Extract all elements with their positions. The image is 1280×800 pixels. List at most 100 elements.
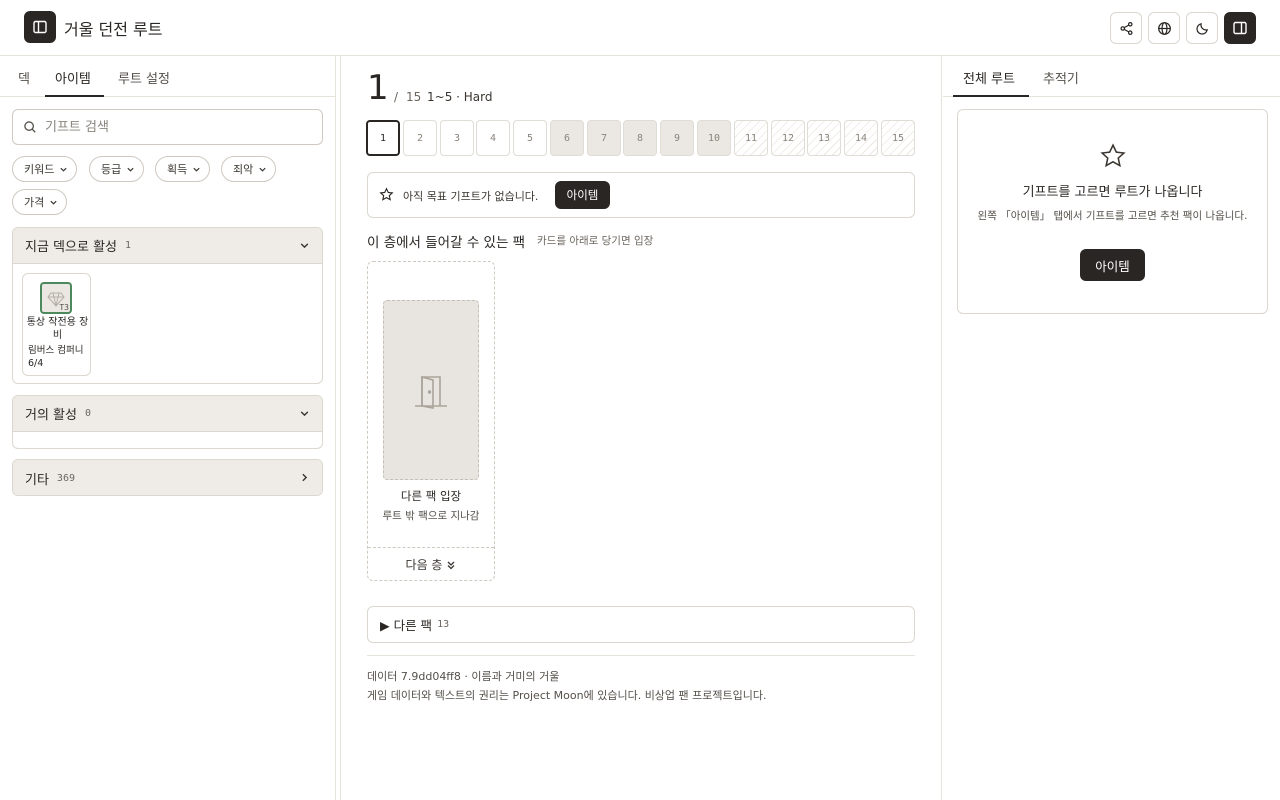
group-nearly-active: 거의 활성 0 (12, 395, 323, 449)
right-panel: 전체 루트 추적기 기프트를 고르면 루트가 나옵니다 왼쪽 「아이템」 탭에서… (943, 56, 1280, 800)
chevron-right-icon (302, 473, 308, 482)
floor-button[interactable]: 1 (366, 120, 400, 156)
tab-deck[interactable]: 덱 (18, 68, 30, 87)
gift-card[interactable]: T3 통상 작전용 장비 림버스 컴퍼니 6/4 (22, 273, 91, 376)
chevron-down-icon (259, 167, 266, 172)
moon-icon (1195, 22, 1208, 35)
group-other: 기타 369 (12, 459, 323, 496)
footer-divider (367, 655, 915, 656)
share-icon (1119, 21, 1133, 35)
filter-sin-label: 죄악 (233, 163, 254, 176)
top-bar: 거울 던전 루트 (0, 0, 1280, 56)
empty-state-items-button[interactable]: 아이템 (1080, 249, 1145, 281)
floor-button[interactable]: 4 (476, 120, 510, 156)
copyright-text: 게임 데이터와 텍스트의 권리는 Project Moon에 있습니다. 비상업… (367, 689, 767, 702)
floor-button[interactable]: 12 (771, 120, 805, 156)
next-floor-button[interactable]: 다음 층 (368, 547, 494, 581)
toggle-left-sidebar-button[interactable] (24, 11, 56, 43)
tab-tracker[interactable]: 추적기 (1043, 68, 1079, 87)
language-button[interactable] (1148, 12, 1180, 44)
group-nearly-active-header[interactable]: 거의 활성 0 (13, 396, 322, 432)
floor-separator: / (394, 90, 399, 104)
group-count: 0 (84, 408, 92, 419)
floor-button[interactable]: 3 (440, 120, 474, 156)
filter-acquisition[interactable]: 획득 (155, 156, 211, 182)
gift-search-input[interactable] (45, 119, 305, 135)
current-floor-number: 1 (367, 68, 389, 108)
group-count: 1 (125, 240, 132, 251)
chevron-down-icon (60, 167, 67, 172)
goal-items-button[interactable]: 아이템 (555, 181, 610, 209)
filter-grade[interactable]: 등급 (89, 156, 145, 182)
filter-price-label: 가격 (24, 196, 45, 209)
floor-button[interactable]: 14 (844, 120, 878, 156)
globe-icon (1157, 21, 1171, 35)
floor-difficulty: 1~5 · Hard (427, 90, 493, 104)
pack-description: 루트 밖 팩으로 지나감 (382, 510, 480, 522)
filter-sin[interactable]: 죄악 (221, 156, 277, 182)
empty-state-description: 왼쪽 「아이템」 탭에서 기프트를 고르면 추천 팩이 나옵니다. (977, 210, 1248, 222)
star-icon (1100, 143, 1126, 168)
filter-grade-label: 등급 (101, 163, 122, 176)
star-icon (379, 187, 394, 201)
goal-empty-text: 아직 목표 기프트가 없습니다. (403, 190, 539, 203)
floor-button[interactable]: 6 (550, 120, 584, 156)
chevron-down-icon (300, 243, 309, 249)
chevron-down-icon (50, 200, 57, 205)
filter-price[interactable]: 가격 (12, 189, 68, 215)
pack-name: 다른 팩 입장 (400, 489, 462, 503)
group-title: 지금 덱으로 활성 (25, 240, 117, 255)
gift-search-box[interactable] (12, 109, 323, 145)
filter-keyword-label: 키워드 (24, 163, 55, 176)
group-count: 369 (56, 472, 75, 484)
pack-image (383, 300, 479, 480)
group-body: T3 통상 작전용 장비 림버스 컴퍼니 6/4 (13, 264, 322, 383)
chevron-down-icon (300, 411, 309, 417)
floor-button[interactable]: 7 (587, 120, 621, 156)
tab-full-route[interactable]: 전체 루트 (963, 68, 1015, 87)
other-packs-label: ▶ 다른 팩 (380, 618, 433, 633)
app-title: 거울 던전 루트 (64, 20, 163, 39)
route-empty-state: 기프트를 고르면 루트가 나옵니다 왼쪽 「아이템」 탭에서 기프트를 고르면 … (957, 109, 1268, 314)
pack-card[interactable]: 다른 팩 입장 루트 밖 팩으로 지나감 다음 층 (367, 261, 495, 581)
door-icon (415, 375, 447, 409)
gift-tier: T3 (59, 303, 69, 312)
sidebar-left-icon (33, 20, 47, 34)
floor-button[interactable]: 2 (403, 120, 437, 156)
gift-image: T3 (40, 282, 72, 314)
floor-button[interactable]: 10 (697, 120, 731, 156)
chevron-down-icon (193, 167, 200, 172)
floor-button[interactable]: 8 (623, 120, 657, 156)
active-tab-indicator (45, 95, 104, 97)
active-tab-indicator (953, 95, 1029, 97)
total-floors: 15 (406, 90, 422, 104)
search-icon (24, 121, 36, 133)
other-packs-toggle[interactable]: ▶ 다른 팩 13 (367, 606, 915, 643)
tab-items[interactable]: 아이템 (55, 68, 91, 87)
filter-keyword[interactable]: 키워드 (12, 156, 78, 182)
group-active-now: 지금 덱으로 활성 1 T3 통상 작전용 장비 림버스 컴퍼니 6/4 (12, 227, 323, 384)
goal-gift-box: 아직 목표 기프트가 없습니다. 아이템 (367, 172, 915, 218)
floor-button[interactable]: 11 (734, 120, 768, 156)
group-title: 거의 활성 (25, 408, 77, 423)
toggle-right-sidebar-button[interactable] (1224, 12, 1256, 44)
gift-source: 림버스 컴퍼니 6/4 (28, 345, 84, 369)
tab-route-settings[interactable]: 루트 설정 (118, 68, 170, 87)
floor-button[interactable]: 13 (807, 120, 841, 156)
packs-section-hint: 카드를 아래로 당기면 입장 (537, 235, 654, 247)
floor-button[interactable]: 15 (881, 120, 915, 156)
chevron-down-icon (127, 167, 134, 172)
left-panel: 덱 아이템 루트 설정 키워드 등급 획득 죄악 가격 지금 덱으로 활성 1 … (0, 56, 336, 800)
group-active-now-header[interactable]: 지금 덱으로 활성 1 (13, 228, 322, 264)
theme-toggle-button[interactable] (1186, 12, 1218, 44)
share-button[interactable] (1110, 12, 1142, 44)
empty-state-title: 기프트를 고르면 루트가 나옵니다 (1022, 185, 1203, 200)
group-other-header[interactable]: 기타 369 (13, 460, 322, 495)
floor-button[interactable]: 5 (513, 120, 547, 156)
sidebar-right-icon (1233, 21, 1247, 35)
left-tabs: 덱 아이템 루트 설정 (0, 56, 335, 97)
data-version-text: 데이터 7.9dd04ff8 · 이름과 거미의 거울 (367, 670, 560, 683)
floor-button[interactable]: 9 (660, 120, 694, 156)
filter-acquisition-label: 획득 (167, 163, 188, 176)
packs-section-title: 이 층에서 들어갈 수 있는 팩 (367, 235, 526, 251)
